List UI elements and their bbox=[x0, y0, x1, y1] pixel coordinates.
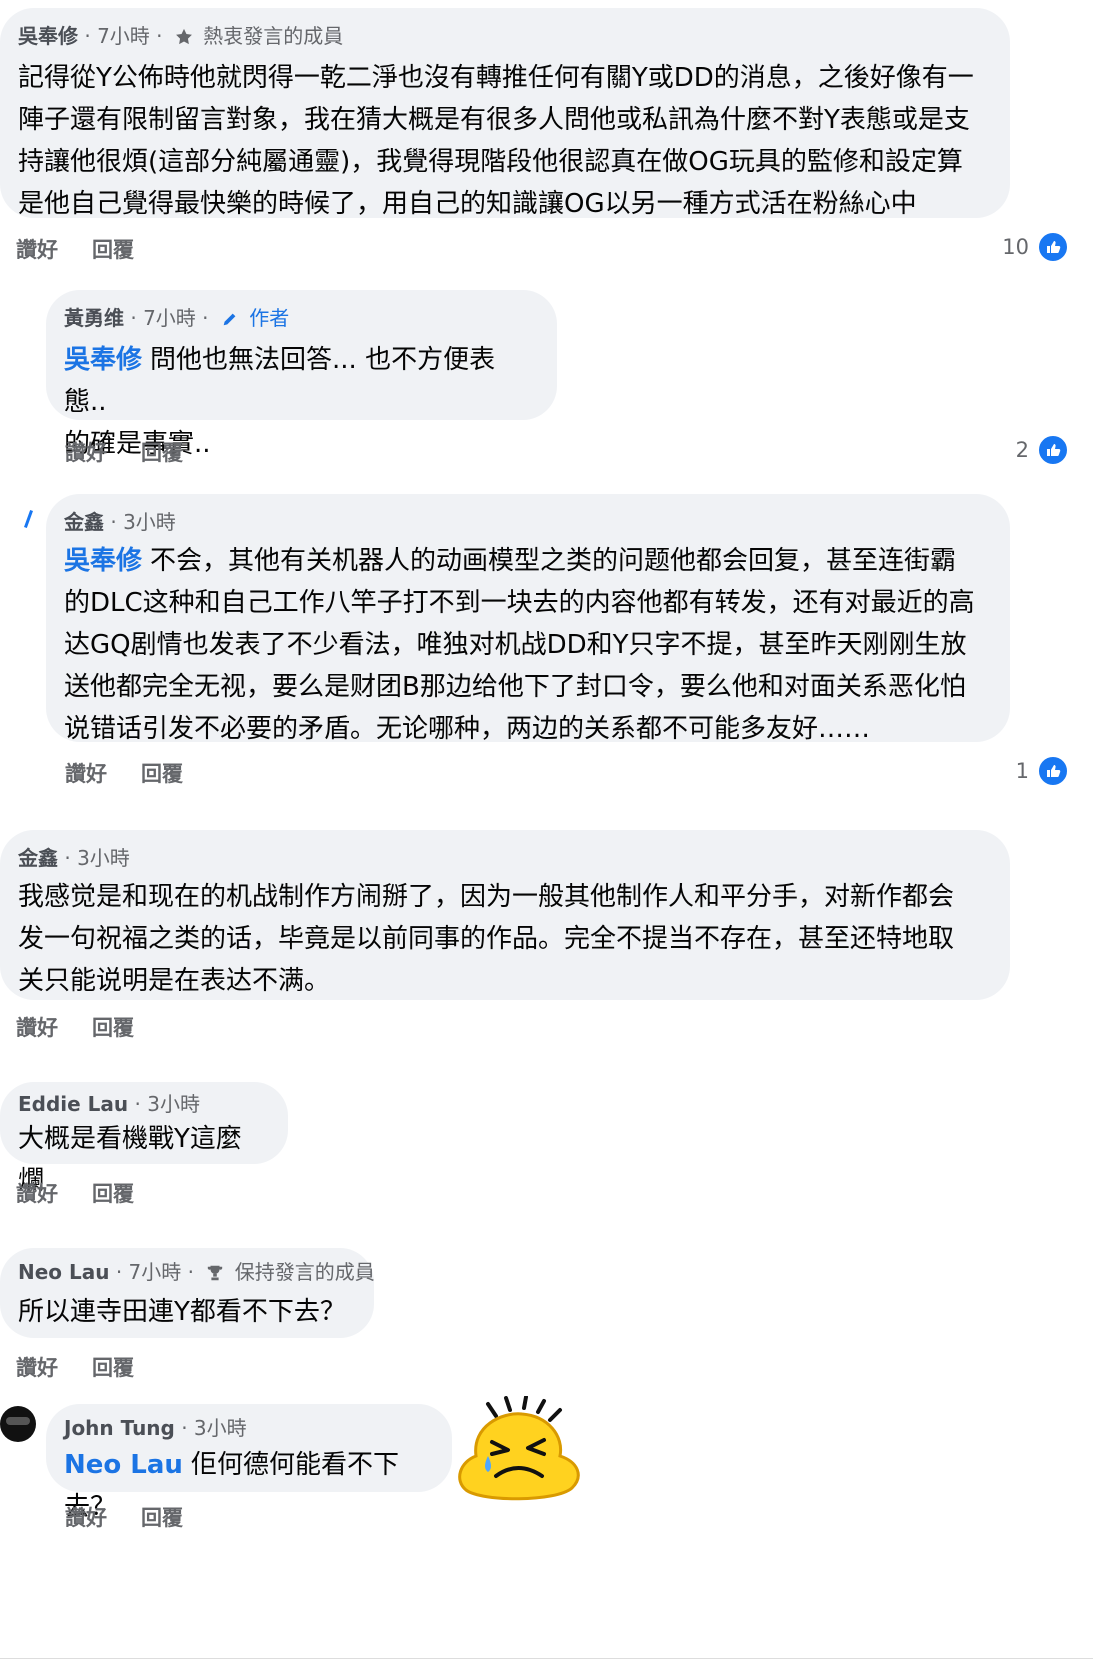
crying-face-sticker[interactable] bbox=[452, 1395, 586, 1504]
comment-actions: 讚好 回覆 bbox=[16, 1178, 168, 1208]
divider bbox=[0, 1658, 1093, 1659]
comment-meta: 吳奉修 · 7小時 · 熱衷發言的成員 bbox=[18, 22, 986, 53]
like-button[interactable]: 讚好 bbox=[65, 758, 107, 788]
timestamp[interactable]: · 3小時 bbox=[135, 1092, 200, 1116]
comment-text: 我感觉是和现在的机战制作方闹掰了，因为一般其他制作人和平分手，对新作都会 发一句… bbox=[18, 882, 955, 996]
comment-actions: 讚好 回覆 bbox=[16, 1012, 168, 1042]
like-button[interactable]: 讚好 bbox=[16, 1012, 58, 1042]
comment-bubble: Neo Lau · 7小時 · 保持發言的成員 所以連寺田連Y都看不下去？ bbox=[0, 1248, 375, 1338]
thumbs-up-icon bbox=[1037, 434, 1069, 466]
reply-button[interactable]: 回覆 bbox=[141, 758, 183, 788]
comment-bubble: 吳奉修 · 7小時 · 熱衷發言的成員 記得從Y公佈時他就閃得一乾二淨也沒有轉推… bbox=[0, 8, 1010, 219]
reaction-summary[interactable]: 1 bbox=[1016, 755, 1069, 787]
comment-bubble: 黃勇维 · 7小時 · 作者 吳奉修 問他也無法回答... 也不方便表態.. 的確… bbox=[46, 290, 557, 459]
timestamp[interactable]: · 3小時 bbox=[110, 510, 175, 534]
author-name[interactable]: Eddie Lau bbox=[18, 1092, 128, 1116]
reaction-count: 1 bbox=[1015, 759, 1029, 783]
comment-text: 所以連寺田連Y都看不下去？ bbox=[18, 1297, 346, 1327]
comment-bubble: Eddie Lau · 3小時 大概是看機戰Y這麼爛 bbox=[0, 1082, 288, 1196]
reply-button[interactable]: 回覆 bbox=[141, 1502, 183, 1532]
timestamp[interactable]: · 7小時 · bbox=[84, 24, 162, 48]
comment-actions: 讚好 回覆 bbox=[65, 758, 217, 788]
like-button[interactable]: 讚好 bbox=[65, 1502, 107, 1532]
comment-text: 吳奉修 不会，其他有关机器人的动画模型之类的问题他都会回复，甚至连街霸 的DLC这… bbox=[64, 546, 975, 744]
comment-meta: 金鑫 · 3小時 bbox=[18, 844, 986, 872]
like-button[interactable]: 讚好 bbox=[16, 1352, 58, 1382]
comment-bubble: 金鑫 · 3小時 吳奉修 不会，其他有关机器人的动画模型之类的问题他都会回复，甚至… bbox=[46, 494, 1010, 744]
like-button[interactable]: 讚好 bbox=[16, 234, 58, 264]
reaction-count: 10 bbox=[1002, 235, 1029, 259]
like-button[interactable]: 讚好 bbox=[16, 1178, 58, 1208]
comment-meta: 金鑫 · 3小時 bbox=[64, 508, 986, 536]
comment-actions: 讚好 回覆 bbox=[65, 437, 217, 467]
thumbs-up-icon bbox=[1037, 231, 1069, 263]
mention-link[interactable]: 吳奉修 bbox=[64, 546, 142, 576]
comment-meta: Neo Lau · 7小時 · 保持發言的成員 bbox=[18, 1258, 375, 1289]
reply-button[interactable]: 回覆 bbox=[92, 1178, 134, 1208]
mention-link[interactable]: Neo Lau bbox=[64, 1450, 183, 1480]
comment-actions: 讚好 回覆 bbox=[16, 1352, 168, 1382]
trophy-icon bbox=[206, 1261, 224, 1289]
reply-button[interactable]: 回覆 bbox=[92, 1012, 134, 1042]
author-badge: 作者 bbox=[249, 306, 290, 330]
timestamp[interactable]: · 7小時 · bbox=[116, 1260, 194, 1284]
reply-button[interactable]: 回覆 bbox=[92, 234, 134, 264]
like-button[interactable]: 讚好 bbox=[65, 437, 107, 467]
author-name[interactable]: John Tung bbox=[64, 1416, 175, 1440]
author-name[interactable]: Neo Lau bbox=[18, 1260, 109, 1284]
author-name[interactable]: 黃勇维 bbox=[64, 306, 124, 330]
comment-meta: John Tung · 3小時 bbox=[64, 1414, 428, 1442]
reply-button[interactable]: 回覆 bbox=[141, 437, 183, 467]
member-badge: 保持發言的成員 bbox=[234, 1260, 375, 1284]
timestamp[interactable]: · 7小時 · bbox=[130, 306, 208, 330]
timestamp[interactable]: · 3小時 bbox=[64, 846, 129, 870]
comment-meta: 黃勇维 · 7小時 · 作者 bbox=[64, 304, 533, 335]
mention-link[interactable]: 吳奉修 bbox=[64, 345, 142, 375]
comment-actions: 讚好 回覆 bbox=[65, 1502, 217, 1532]
thumbs-up-icon bbox=[1037, 755, 1069, 787]
comment-actions: 讚好 回覆 bbox=[16, 234, 168, 264]
member-badge: 熱衷發言的成員 bbox=[203, 24, 344, 48]
comment-bubble: John Tung · 3小時 Neo Lau 佢何德何能看不下去？ bbox=[46, 1404, 452, 1522]
author-name[interactable]: 金鑫 bbox=[18, 846, 58, 870]
star-icon bbox=[175, 25, 193, 53]
reply-button[interactable]: 回覆 bbox=[92, 1352, 134, 1382]
timestamp[interactable]: · 3小時 bbox=[181, 1416, 246, 1440]
comment-bubble: 金鑫 · 3小時 我感觉是和现在的机战制作方闹掰了，因为一般其他制作人和平分手，… bbox=[0, 830, 1010, 1000]
reaction-summary[interactable]: 2 bbox=[1016, 434, 1069, 466]
pencil-icon bbox=[221, 307, 239, 335]
reaction-count: 2 bbox=[1015, 438, 1029, 462]
avatar[interactable] bbox=[0, 1406, 36, 1442]
reaction-summary[interactable]: 10 bbox=[1002, 231, 1069, 263]
author-name[interactable]: 吳奉修 bbox=[18, 24, 78, 48]
author-name[interactable]: 金鑫 bbox=[64, 510, 104, 534]
thread-connector bbox=[24, 510, 33, 528]
comment-meta: Eddie Lau · 3小時 bbox=[18, 1090, 264, 1118]
comment-text: 記得從Y公佈時他就閃得一乾二淨也沒有轉推任何有關Y或DD的消息，之後好像有一 陣… bbox=[18, 63, 974, 219]
